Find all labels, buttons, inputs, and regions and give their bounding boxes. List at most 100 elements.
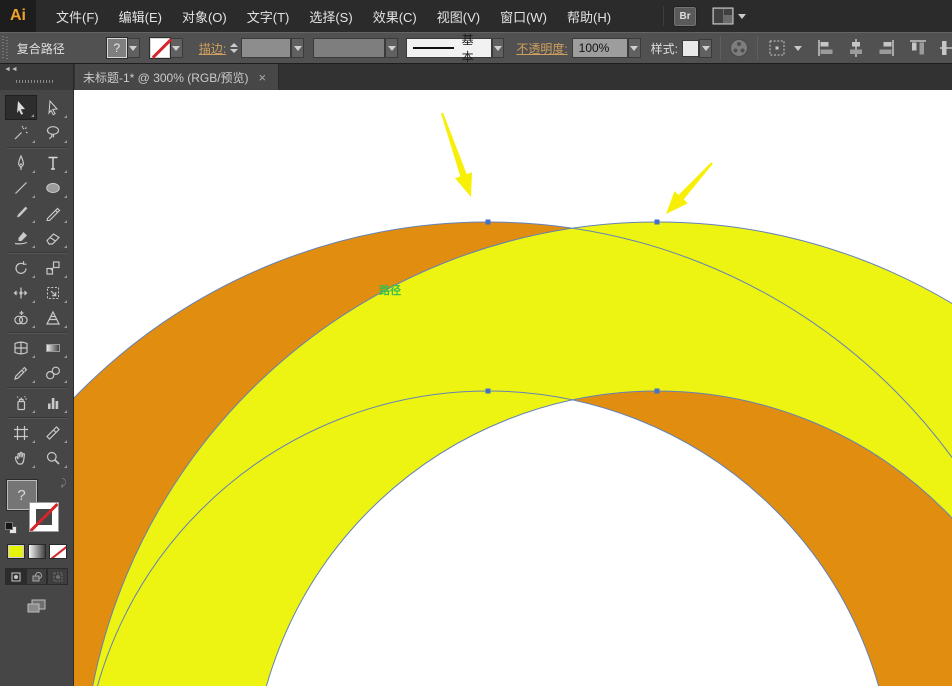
stroke-panel-link[interactable]: 描边: (199, 40, 226, 57)
opacity-dropdown[interactable] (628, 38, 641, 58)
stroke-weight-stepper[interactable] (230, 42, 238, 54)
stroke-color-dropdown[interactable] (170, 38, 183, 58)
tool-zoom-tool[interactable] (37, 445, 69, 470)
draw-inside-button[interactable] (47, 568, 68, 585)
tool-mesh-tool[interactable] (5, 335, 37, 360)
style-combo[interactable] (682, 39, 712, 58)
swap-fill-stroke-icon[interactable]: ⤸ (61, 478, 67, 489)
tool-slice-tool[interactable] (37, 420, 69, 445)
color-button[interactable] (7, 544, 25, 559)
tool-paintbrush-tool[interactable] (5, 200, 37, 225)
menu-item-5[interactable]: 效果(C) (363, 0, 427, 33)
anchor-point[interactable] (655, 389, 660, 394)
fill-color-combo[interactable]: ? (107, 38, 140, 58)
menu-item-3[interactable]: 文字(T) (237, 0, 300, 33)
tools-panel-grip[interactable] (16, 80, 55, 83)
tool-direct-selection-tool[interactable] (37, 95, 69, 120)
tool-eraser-tool[interactable] (37, 225, 69, 250)
brush-definition-dropdown[interactable] (492, 38, 505, 58)
stroke-weight-dropdown[interactable] (291, 38, 304, 58)
anchor-point[interactable] (655, 220, 660, 225)
align-top-button[interactable] (908, 38, 928, 58)
tool-free-transform-tool[interactable] (37, 280, 69, 305)
anchor-point[interactable] (486, 389, 491, 394)
tool-pencil-tool[interactable] (37, 200, 69, 225)
tool-perspective-grid-tool[interactable] (37, 305, 69, 330)
tool-type-tool[interactable] (37, 150, 69, 175)
align-vcenter-icon (938, 38, 952, 58)
tool-lasso-tool[interactable] (37, 120, 69, 145)
gradient-button[interactable] (28, 544, 46, 559)
opacity-panel-link[interactable]: 不透明度: (516, 40, 567, 57)
opacity-value[interactable]: 100% (572, 38, 628, 58)
menu-item-8[interactable]: 帮助(H) (557, 0, 621, 33)
tool-pen-tool[interactable] (5, 150, 37, 175)
opacity-combo[interactable]: 100% (572, 38, 641, 58)
tool-selection-tool[interactable] (5, 95, 37, 120)
menu-item-4[interactable]: 选择(S) (299, 0, 362, 33)
align-vcenter-button[interactable] (938, 38, 952, 58)
tool-ellipse-tool[interactable] (37, 175, 69, 200)
step-down-icon[interactable] (230, 49, 238, 53)
align-right-button[interactable] (876, 38, 896, 58)
ellipse-tool-icon (45, 180, 61, 196)
document-tab[interactable]: 未标题-1* @ 300% (RGB/预览) × (75, 64, 279, 90)
stroke-color-combo[interactable] (150, 38, 183, 58)
tool-eyedropper-tool[interactable] (5, 360, 37, 385)
step-up-icon[interactable] (230, 43, 238, 47)
tool-hand-tool[interactable] (5, 445, 37, 470)
fill-color-swatch[interactable]: ? (107, 38, 127, 58)
transform-reference-button[interactable] (766, 37, 802, 59)
menu-item-6[interactable]: 视图(V) (427, 0, 490, 33)
style-dropdown[interactable] (699, 39, 712, 58)
style-swatch[interactable] (682, 40, 699, 57)
menu-item-2[interactable]: 对象(O) (172, 0, 237, 33)
draw-normal-button[interactable] (5, 568, 26, 585)
controlbar-separator (757, 36, 758, 60)
fill-color-dropdown[interactable] (127, 38, 140, 58)
anchor-point[interactable] (486, 220, 491, 225)
stroke-none-swatch[interactable] (150, 38, 170, 58)
tool-column-graph-tool[interactable] (37, 390, 69, 415)
stroke-indicator[interactable] (29, 502, 59, 532)
tool-gradient-tool[interactable] (37, 335, 69, 360)
default-fill-stroke-icon[interactable] (5, 522, 17, 534)
menu-item-1[interactable]: 编辑(E) (109, 0, 172, 33)
brush-stroke-preview (413, 47, 453, 49)
stroke-weight-combo[interactable] (241, 38, 304, 58)
menu-item-7[interactable]: 窗口(W) (490, 0, 557, 33)
brush-definition-combo[interactable]: 基本 (406, 38, 504, 58)
tool-artboard-tool[interactable] (5, 420, 37, 445)
stroke-weight-value[interactable] (241, 38, 291, 58)
illustrator-window: Ai 文件(F)编辑(E)对象(O)文字(T)选择(S)效果(C)视图(V)窗口… (0, 0, 952, 686)
align-center-button[interactable] (846, 38, 866, 58)
draw-behind-button[interactable] (26, 568, 47, 585)
bridge-button[interactable]: Br (674, 7, 696, 26)
workspace-switcher[interactable] (712, 7, 746, 25)
menu-item-0[interactable]: 文件(F) (46, 0, 109, 33)
align-left-button[interactable] (816, 38, 836, 58)
panel-grip[interactable] (2, 36, 9, 60)
brush-definition-value[interactable]: 基本 (406, 38, 492, 58)
screen-mode-button[interactable] (22, 597, 52, 620)
draw-normal-icon (10, 571, 22, 583)
artboard-canvas[interactable]: 路径 (74, 90, 952, 686)
tool-scale-tool[interactable] (37, 255, 69, 280)
width-profile-combo[interactable] (313, 38, 398, 58)
width-profile-value[interactable] (313, 38, 385, 58)
recolor-artwork-button[interactable] (729, 38, 749, 58)
none-button[interactable] (49, 544, 67, 559)
tool-magic-wand-tool[interactable] (5, 120, 37, 145)
paint-type-buttons (0, 544, 73, 559)
tool-shape-builder-tool[interactable] (5, 305, 37, 330)
collapse-panel-icon[interactable]: ◄◄ (4, 66, 18, 73)
tool-width-tool[interactable] (5, 280, 37, 305)
tool-symbol-sprayer-tool[interactable] (5, 390, 37, 415)
tool-blend-tool[interactable] (37, 360, 69, 385)
close-tab-icon[interactable]: × (259, 71, 267, 84)
tool-line-segment-tool[interactable] (5, 175, 37, 200)
tool-blob-brush-tool[interactable] (5, 225, 37, 250)
gradient-tool-icon (45, 340, 61, 356)
width-profile-dropdown[interactable] (385, 38, 398, 58)
tool-rotate-tool[interactable] (5, 255, 37, 280)
